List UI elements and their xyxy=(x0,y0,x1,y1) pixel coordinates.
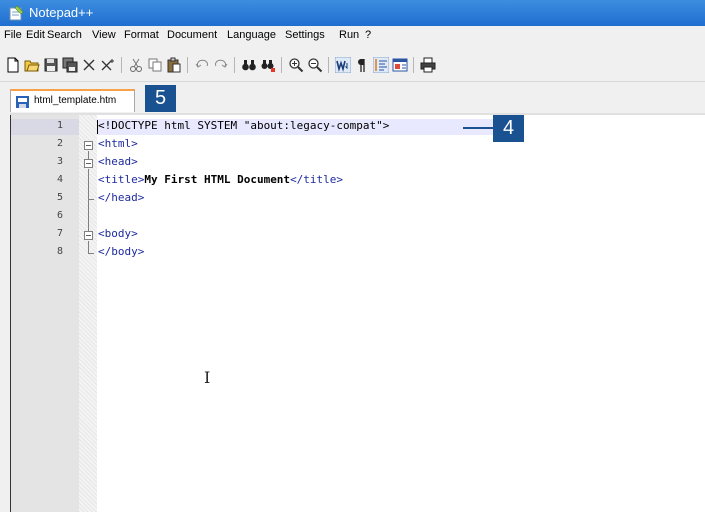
saved-file-icon xyxy=(16,96,29,108)
menu-run[interactable]: Run xyxy=(339,29,359,41)
copy-icon[interactable] xyxy=(146,56,164,74)
cut-icon[interactable] xyxy=(127,56,145,74)
replace-icon[interactable] xyxy=(259,56,277,74)
code-line-8: </body> xyxy=(98,245,145,258)
callout-5-label: 5 xyxy=(154,87,167,109)
toolbar-separator xyxy=(281,57,282,73)
menu-search[interactable]: Search xyxy=(47,29,82,41)
line-number: 2 xyxy=(56,138,63,149)
callout-4: 4 xyxy=(493,115,524,142)
find-icon[interactable] xyxy=(240,56,258,74)
line-number: 8 xyxy=(56,246,63,257)
close-icon[interactable] xyxy=(80,56,98,74)
open-file-icon[interactable] xyxy=(23,56,41,74)
line-number: 3 xyxy=(56,156,63,167)
menu-file[interactable]: File xyxy=(4,29,22,41)
notepad-app-icon xyxy=(9,5,24,21)
title-close-tag: </title> xyxy=(290,173,344,186)
toolbar xyxy=(0,46,705,82)
code-line-3: <head> xyxy=(98,155,138,168)
tab-html-template[interactable]: html_template.htm xyxy=(10,89,135,112)
toolbar-separator xyxy=(413,57,414,73)
code-line-5: </head> xyxy=(98,191,145,204)
fold-line xyxy=(88,169,89,199)
close-all-icon[interactable] xyxy=(99,56,117,74)
fold-line xyxy=(88,199,89,231)
line-number: 4 xyxy=(56,174,63,185)
fold-head-icon[interactable] xyxy=(84,159,93,168)
tab-label: html_template.htm xyxy=(34,95,117,106)
line-number: 6 xyxy=(56,210,63,221)
menu-format[interactable]: Format xyxy=(124,29,159,41)
toolbar-separator xyxy=(187,57,188,73)
document-map-icon[interactable] xyxy=(391,56,409,74)
toolbar-separator xyxy=(121,57,122,73)
new-file-icon[interactable] xyxy=(4,56,22,74)
title-bar[interactable]: Notepad++ xyxy=(0,0,705,26)
menu-language[interactable]: Language xyxy=(227,29,276,41)
callout-4-leader xyxy=(463,127,493,129)
paste-icon[interactable] xyxy=(165,56,183,74)
save-icon[interactable] xyxy=(42,56,60,74)
print-icon[interactable] xyxy=(419,56,437,74)
indent-guide-icon[interactable] xyxy=(372,56,390,74)
menu-document[interactable]: Document xyxy=(167,29,217,41)
word-wrap-icon[interactable] xyxy=(334,56,352,74)
fold-line xyxy=(88,151,89,159)
zoom-out-icon[interactable] xyxy=(306,56,324,74)
callout-4-label: 4 xyxy=(502,117,515,139)
menu-settings[interactable]: Settings xyxy=(285,29,325,41)
redo-icon[interactable] xyxy=(212,56,230,74)
menu-bar: File Edit Search View Format Document La… xyxy=(0,26,705,46)
toolbar-separator xyxy=(234,57,235,73)
line-number: 5 xyxy=(56,192,63,203)
code-line-7: <body> xyxy=(98,227,138,240)
tab-bar: html_template.htm xyxy=(0,82,705,114)
fold-end xyxy=(88,253,94,254)
window-title: Notepad++ xyxy=(29,5,94,20)
menu-edit[interactable]: Edit xyxy=(26,29,45,41)
code-line-4: <title>My First HTML Document</title> xyxy=(98,173,343,186)
ibeam-cursor-icon: I xyxy=(204,368,211,387)
fold-body-icon[interactable] xyxy=(84,231,93,240)
zoom-in-icon[interactable] xyxy=(287,56,305,74)
show-all-characters-icon[interactable] xyxy=(353,56,371,74)
fold-html-icon[interactable] xyxy=(84,141,93,150)
menu-help[interactable]: ? xyxy=(365,29,371,41)
line-number: 1 xyxy=(56,120,63,131)
title-open-tag: <title> xyxy=(98,173,145,186)
menu-view[interactable]: View xyxy=(92,29,116,41)
title-text: My First HTML Document xyxy=(144,173,291,186)
line-number: 7 xyxy=(56,228,63,239)
callout-5: 5 xyxy=(145,85,176,112)
toolbar-separator xyxy=(328,57,329,73)
editor-area[interactable]: 1 2 3 4 5 6 7 8 <!DOCTYPE html SYSTEM "a… xyxy=(10,115,705,512)
save-all-icon[interactable] xyxy=(61,56,79,74)
code-line-2: <html> xyxy=(98,137,138,150)
undo-icon[interactable] xyxy=(193,56,211,74)
fold-line xyxy=(88,241,89,253)
notepad-window: Notepad++ File Edit Search View Format D… xyxy=(0,0,705,512)
code-line-1: <!DOCTYPE html SYSTEM "about:legacy-comp… xyxy=(98,119,390,132)
